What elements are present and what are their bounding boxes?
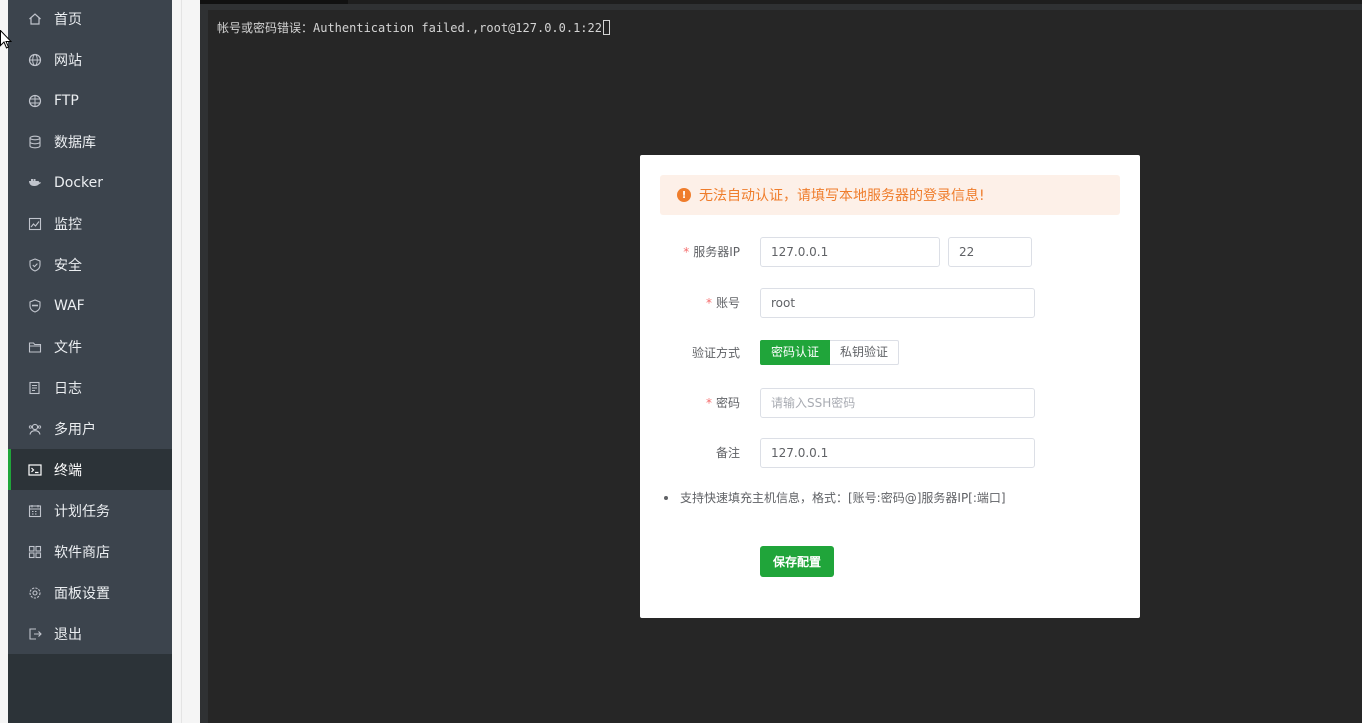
sidebar-item-terminal[interactable]: 终端	[8, 449, 172, 490]
sidebar-item-website[interactable]: 网站	[8, 39, 172, 80]
gutter-divider	[181, 0, 182, 723]
sidebar-item-label: FTP	[54, 92, 79, 109]
auth-method-label: 验证方式	[691, 346, 740, 360]
account-label: * 账号	[705, 296, 740, 310]
apps-icon	[28, 545, 42, 559]
sidebar-item-label: 计划任务	[54, 503, 110, 520]
users-icon	[28, 422, 42, 436]
docker-icon	[28, 176, 42, 190]
key-auth-button[interactable]: 私钥验证	[830, 340, 900, 365]
sidebar-item-logs[interactable]: 日志	[8, 367, 172, 408]
sidebar-item-label: 数据库	[54, 134, 96, 151]
sidebar-item-label: 文件	[54, 339, 82, 356]
log-icon	[28, 381, 42, 395]
format-tip: 支持快速填充主机信息，格式：[账号:密码@]服务器IP[:端口]	[664, 489, 1006, 506]
folder-icon	[28, 340, 42, 354]
sidebar-item-label: 软件商店	[54, 544, 110, 561]
sidebar-item-logout[interactable]: 退出	[8, 613, 172, 654]
sidebar-item-docker[interactable]: Docker	[8, 162, 172, 203]
sidebar-item-label: 多用户	[54, 421, 96, 438]
auth-method-toggle: 密码认证 私钥验证	[760, 340, 900, 365]
sidebar-item-ftp[interactable]: FTP	[8, 80, 172, 121]
password-auth-button[interactable]: 密码认证	[760, 340, 831, 365]
format-tip-text: 支持快速填充主机信息，格式：[账号:密码@]服务器IP[:端口]	[680, 491, 1006, 505]
warning-alert: ! 无法自动认证，请填写本地服务器的登录信息!	[660, 175, 1120, 215]
sidebar-item-files[interactable]: 文件	[8, 326, 172, 367]
remark-label: 备注	[715, 446, 740, 460]
sidebar: 首页 网站 FTP 数据库 Docker 监控 安全 WAF 文件 日志 多用户…	[8, 0, 172, 723]
sidebar-item-label: 监控	[54, 216, 82, 233]
alert-text: 无法自动认证，请填写本地服务器的登录信息!	[699, 188, 985, 204]
sidebar-item-label: 日志	[54, 380, 82, 397]
account-input[interactable]	[760, 288, 1035, 318]
warning-icon: !	[677, 188, 691, 202]
sidebar-item-settings[interactable]: 面板设置	[8, 572, 172, 613]
sidebar-item-label: 首页	[54, 11, 82, 28]
server-ip-row: * 服务器IP	[640, 237, 1140, 267]
sidebar-item-label: 退出	[54, 626, 82, 643]
password-input[interactable]	[760, 388, 1035, 418]
sidebar-item-label: 网站	[54, 52, 82, 69]
sidebar-item-home[interactable]: 首页	[8, 0, 172, 39]
sidebar-item-label: 终端	[54, 462, 82, 479]
sidebar-item-appstore[interactable]: 软件商店	[8, 531, 172, 572]
sidebar-item-label: 面板设置	[54, 585, 110, 602]
monitor-icon	[28, 217, 42, 231]
shield-icon	[28, 257, 42, 272]
password-label: * 密码	[705, 396, 740, 410]
sidebar-item-cron[interactable]: 计划任务	[8, 490, 172, 531]
remark-row: 备注	[640, 438, 1140, 468]
sidebar-item-database[interactable]: 数据库	[8, 121, 172, 162]
terminal-output-text: 帐号或密码错误：Authentication failed.,root@127.…	[217, 21, 602, 35]
save-config-button[interactable]: 保存配置	[760, 546, 834, 577]
globe-icon	[28, 53, 42, 67]
auth-method-row: 验证方式 密码认证 私钥验证	[640, 338, 1140, 368]
logout-icon	[28, 627, 42, 641]
calendar-icon	[28, 504, 42, 518]
sidebar-item-security[interactable]: 安全	[8, 244, 172, 285]
sidebar-item-waf[interactable]: WAF	[8, 285, 172, 326]
sidebar-item-multiuser[interactable]: 多用户	[8, 408, 172, 449]
server-ip-label: * 服务器IP	[683, 245, 740, 259]
bullet-dot	[664, 495, 668, 500]
account-row: * 账号	[640, 288, 1140, 318]
terminal-tabbar	[200, 0, 1362, 4]
waf-shield-icon	[28, 298, 42, 313]
mouse-pointer-icon	[0, 30, 12, 49]
gear-icon	[28, 586, 42, 600]
home-icon	[28, 12, 42, 26]
sidebar-item-label: WAF	[54, 297, 85, 314]
sidebar-item-label: Docker	[54, 174, 104, 191]
remark-input[interactable]	[760, 438, 1035, 468]
terminal-tab[interactable]	[200, 0, 348, 4]
left-edge	[0, 0, 8, 723]
password-row: * 密码	[640, 388, 1140, 418]
sidebar-item-monitor[interactable]: 监控	[8, 203, 172, 244]
server-ip-input[interactable]	[760, 237, 940, 267]
terminal-icon	[28, 463, 42, 477]
terminal-output-line: 帐号或密码错误：Authentication failed.,root@127.…	[217, 20, 610, 36]
port-input[interactable]	[948, 237, 1032, 267]
ssh-login-dialog: ! 无法自动认证，请填写本地服务器的登录信息! *服务器IP *账号 验证方式 …	[640, 155, 1140, 618]
ftp-globe-icon	[28, 94, 42, 108]
sidebar-item-label: 安全	[54, 257, 82, 274]
database-icon	[28, 135, 42, 149]
content-gutter	[172, 0, 200, 723]
sidebar-nav: 首页 网站 FTP 数据库 Docker 监控 安全 WAF 文件 日志 多用户…	[8, 0, 172, 654]
terminal-cursor	[603, 20, 610, 35]
